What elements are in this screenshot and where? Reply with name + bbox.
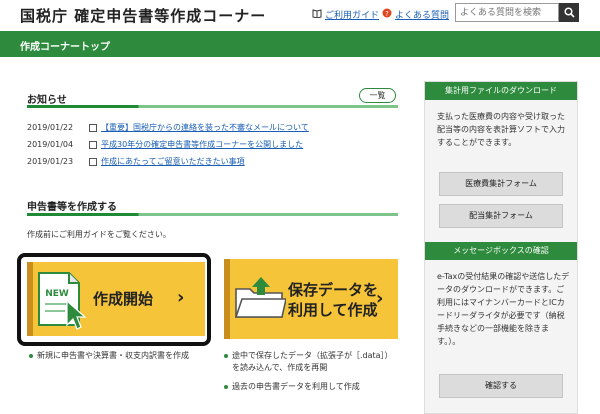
search-button[interactable] [559, 3, 579, 22]
nav-bar: 作成コーナートップ [0, 31, 600, 57]
book-icon [312, 8, 322, 21]
message-box-description: e-Taxの受付結果の確認や送信したデータのダウンロードができます。ご利用にはマ… [437, 272, 570, 346]
news-item: 2019/01/22 【重要】国税庁からの連絡を装った不審なメールについて [27, 122, 309, 133]
load-bullet-text: 途中で保存したデータ（拡張子が［.data］） を読み込んで、作成を再開 [232, 350, 393, 374]
news-divider [27, 105, 398, 108]
load-label-line1: 保存データを [288, 281, 379, 299]
news-list-button[interactable]: 一覧 [359, 88, 396, 103]
bullet-dot [29, 354, 33, 358]
load-bullet-line2: を読み込んで、作成を再開 [232, 363, 328, 372]
news-date: 2019/01/23 [27, 157, 74, 166]
news-item: 2019/01/23 作成にあたってご留意いただきたい事項 [27, 156, 245, 167]
download-heading: 集計用ファイルのダウンロード [425, 82, 577, 100]
bullet-dot [224, 385, 228, 389]
faq-link-label[interactable]: よくある質問 [395, 8, 449, 21]
load-bullet-line1: 途中で保存したデータ（拡張子が［.data］） [232, 351, 393, 360]
search-icon [563, 7, 575, 18]
confirm-button[interactable]: 確認する [439, 374, 563, 398]
news-item: 2019/01/04 平成30年分の確定申告書等作成コーナーを公開しました [27, 139, 303, 150]
create-heading: 申告書等を作成する [27, 202, 117, 213]
medical-form-button[interactable]: 医療費集計フォーム [439, 172, 563, 196]
news-date: 2019/01/22 [27, 123, 74, 132]
load-bullet: 過去の申告書データを利用して作成 [224, 381, 360, 393]
message-box-heading: メッセージボックスの確認 [425, 242, 577, 260]
site-header: 国税庁 確定申告書等作成コーナー ご利用ガイド ? よくある質問 [0, 0, 600, 28]
chevron-right-icon: › [376, 288, 384, 309]
bullet-dot [224, 354, 228, 358]
faq-link[interactable]: ? よくある質問 [382, 8, 449, 21]
news-link[interactable]: 作成にあたってご留意いただきたい事項 [101, 156, 245, 167]
download-description: 支払った医療費の内容や受け取った配当等の内容を表計算ソフトで入力することができま… [437, 112, 565, 147]
highlight-frame [17, 253, 211, 346]
svg-text:?: ? [385, 10, 389, 18]
folder-upload-icon [234, 277, 286, 318]
load-label-line2: 利用して作成 [288, 301, 378, 319]
site-title[interactable]: 国税庁 確定申告書等作成コーナー [20, 5, 266, 26]
guide-link[interactable]: ご利用ガイド [312, 8, 379, 21]
load-saved-data-button[interactable]: 保存データを 利用して作成 › [224, 259, 398, 339]
news-link[interactable]: 平成30年分の確定申告書等作成コーナーを公開しました [101, 139, 303, 150]
search-input[interactable] [455, 3, 559, 22]
sidebar: 集計用ファイルのダウンロード 支払った医療費の内容や受け取った配当等の内容を表計… [424, 81, 578, 414]
create-bullet: 新規に申告書や決算書・収支内訳書を作成 [29, 350, 189, 362]
news-date: 2019/01/04 [27, 140, 74, 149]
page-title: 作成コーナートップ [20, 42, 110, 53]
document-icon [89, 140, 97, 149]
news-heading: お知らせ [27, 95, 67, 106]
card-stripe [224, 259, 230, 339]
dividend-form-button[interactable]: 配当集計フォーム [439, 204, 563, 228]
load-bullet: 途中で保存したデータ（拡張子が［.data］） を読み込んで、作成を再開 [224, 350, 393, 374]
document-icon [89, 157, 97, 166]
guide-note: 作成前にご利用ガイドをご覧ください。 [27, 230, 171, 239]
create-bullet-text: 新規に申告書や決算書・収支内訳書を作成 [37, 351, 189, 360]
create-divider [27, 213, 398, 216]
load-bullet2-text: 過去の申告書データを利用して作成 [232, 382, 360, 391]
question-icon: ? [382, 8, 392, 21]
guide-link-label[interactable]: ご利用ガイド [325, 8, 379, 21]
document-icon [89, 123, 97, 132]
news-link[interactable]: 【重要】国税庁からの連絡を装った不審なメールについて [101, 122, 309, 133]
